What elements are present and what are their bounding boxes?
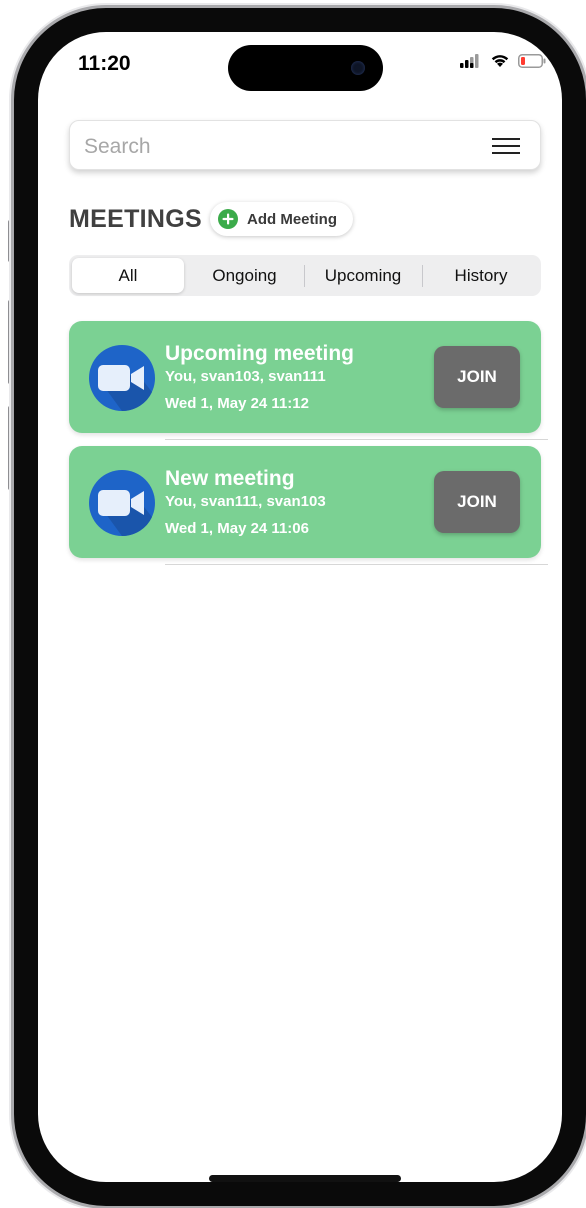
signal-icon	[460, 53, 479, 68]
meeting-participants: You, svan103, svan111	[165, 368, 326, 385]
search-input[interactable]	[82, 131, 466, 163]
tab-separator	[304, 265, 305, 287]
mute-switch	[8, 220, 13, 262]
meeting-card[interactable]: Upcoming meeting You, svan103, svan111 W…	[69, 321, 541, 433]
dynamic-island	[228, 45, 383, 91]
status-icons	[460, 53, 546, 68]
status-time: 11:20	[78, 52, 131, 75]
front-camera	[351, 61, 365, 75]
meeting-card[interactable]: New meeting You, svan111, svan103 Wed 1,…	[69, 446, 541, 558]
battery-low-icon	[518, 53, 546, 68]
wifi-icon	[491, 55, 509, 67]
meeting-participants: You, svan111, svan103	[165, 493, 326, 510]
volume-up-button	[8, 300, 13, 384]
add-meeting-label: Add Meeting	[247, 210, 337, 228]
meeting-title: New meeting	[165, 467, 295, 490]
volume-down-button	[8, 406, 13, 490]
filter-tabs: All Ongoing Upcoming History	[69, 255, 541, 296]
add-meeting-button[interactable]: Add Meeting	[210, 202, 353, 236]
join-button[interactable]: JOIN	[434, 346, 520, 408]
home-indicator	[209, 1175, 401, 1182]
tab-upcoming[interactable]: Upcoming	[306, 258, 420, 293]
add-circle-icon	[218, 209, 238, 229]
meeting-datetime: Wed 1, May 24 11:12	[165, 395, 309, 412]
tab-history[interactable]: History	[424, 258, 538, 293]
tab-ongoing[interactable]: Ongoing	[187, 258, 302, 293]
video-camera-icon	[89, 470, 155, 536]
page-title: MEETINGS	[69, 205, 202, 233]
phone-frame	[14, 8, 586, 1206]
row-divider	[165, 439, 548, 440]
tab-separator	[422, 265, 423, 287]
tab-all[interactable]: All	[72, 258, 184, 293]
video-camera-icon	[89, 345, 155, 411]
meeting-datetime: Wed 1, May 24 11:06	[165, 520, 309, 537]
search-bar	[69, 120, 541, 170]
hamburger-menu-icon[interactable]	[492, 135, 522, 157]
join-button[interactable]: JOIN	[434, 471, 520, 533]
meeting-title: Upcoming meeting	[165, 342, 355, 365]
app-screen: 11:20 MEETINGS	[0, 0, 586, 1208]
row-divider	[165, 564, 548, 565]
